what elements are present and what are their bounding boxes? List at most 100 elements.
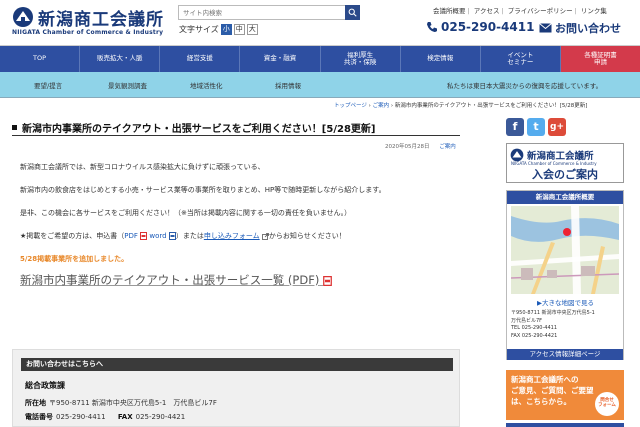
chamber-logo-icon [510, 148, 524, 162]
twitter-icon[interactable]: t [527, 118, 545, 136]
pdf-icon [140, 232, 148, 240]
site-search [178, 5, 360, 20]
breadcrumb-guide[interactable]: ご案内 [373, 103, 390, 109]
contact-phone-value: 025-290-4411 [56, 413, 106, 421]
breadcrumb-top[interactable]: トップページ [334, 103, 367, 109]
contact-address: 所在地 〒950-8711 新潟市中央区万代島5-1 万代島ビル7F [25, 398, 217, 408]
search-button[interactable] [345, 5, 360, 20]
map-tel: TEL 025-290-4411 [511, 325, 558, 331]
apply-text-a: ★掲載をご希望の方は、申込書（ [20, 232, 125, 240]
inquiry-banner[interactable]: 新潟商工会議所への ご意見、ご質問、ご要望 は、こちらから。 問合せ フォーム [506, 370, 624, 420]
page-title: 新潟市内事業所のテイクアウト・出張サービスをご利用ください！[5/28更新] [12, 120, 460, 136]
post-category-link[interactable]: ご案内 [439, 144, 456, 150]
main-nav: TOP 販売拡大・人脈 経営支援 資金・融資 福利厚生 共済・保険 検定情報 イ… [0, 46, 640, 72]
apply-pdf-link[interactable]: PDF [124, 232, 138, 240]
apply-text-b: ）または [175, 232, 204, 240]
facebook-icon[interactable]: f [506, 118, 524, 136]
map-fax: FAX 025-290-4421 [511, 333, 558, 339]
intro-text-3: 是非、この機会に各サービスをご利用ください！（※当所は掲載内容に関する一切の責任… [20, 209, 352, 217]
text-size-medium-button[interactable]: 中 [233, 24, 245, 35]
map-graphic [511, 206, 619, 294]
link-links[interactable]: リンク集 [580, 7, 608, 15]
subnav-regional[interactable]: 地域活性化 [190, 72, 223, 98]
subnav-requests[interactable]: 要望/提言 [34, 72, 62, 98]
access-detail-link[interactable]: アクセス情報詳細ページ [507, 349, 623, 360]
breadcrumb-current: 新潟市内事業所のテイクアウト・出張サービスをご利用ください！[5/28更新] [394, 103, 588, 109]
sub-nav: 要望/提言 景気観測調査 地域活性化 採用情報 私たちは東日本大震災からの復興を… [0, 72, 640, 98]
apply-word-link[interactable]: word [149, 232, 166, 240]
sidebar-footer-bar [506, 423, 624, 427]
recovery-notice[interactable]: 私たちは東日本大震災からの復興を応援しています。 [447, 80, 602, 90]
nav-exam[interactable]: 検定情報 [401, 46, 481, 72]
membership-banner-label: 入会のご案内 [532, 168, 598, 181]
contact-fax-label: FAX [117, 413, 133, 421]
membership-banner[interactable]: 新潟商工会議所 NIIGATA Chamber of Commerce & In… [506, 143, 624, 183]
link-access[interactable]: アクセス [473, 7, 501, 15]
nav-certificates[interactable]: 各種証明書 申請 [560, 46, 640, 72]
nav-events[interactable]: イベント セミナー [481, 46, 561, 72]
logo-subtitle: NIIGATA Chamber of Commerce & Industry [12, 29, 164, 36]
link-privacy[interactable]: プライバシーポリシー [507, 7, 574, 15]
contact-box-heading: お問い合わせはこちらへ [21, 358, 453, 371]
contact-department: 総合政策課 [25, 381, 65, 390]
apply-text-c: からお知らせください！ [268, 232, 346, 240]
contact-phone-label: 電話番号 [25, 413, 53, 421]
nav-top[interactable]: TOP [0, 46, 81, 72]
intro-text-1: 新潟商工会議所では、新型コロナウイルス感染拡大に負けずに頑張っている、 [20, 163, 265, 171]
link-overview[interactable]: 会議所概要 [432, 7, 467, 15]
search-input[interactable] [178, 5, 346, 20]
contact-phone: 電話番号 025-290-4411 FAX 025-290-4421 [25, 412, 185, 422]
nav-finance[interactable]: 資金・融資 [240, 46, 321, 72]
contact-link[interactable]: お問い合わせ [539, 20, 621, 36]
external-link-icon [261, 232, 269, 240]
text-size-large-button[interactable]: 大 [246, 24, 258, 35]
inquiry-banner-text: 新潟商工会議所への ご意見、ご質問、ご要望 は、こちらから。 [511, 375, 594, 408]
nav-management[interactable]: 経営支援 [160, 46, 241, 72]
apply-form-link[interactable]: 申し込みフォーム [204, 232, 260, 240]
contact-info-box: お問い合わせはこちらへ 総合政策課 所在地 〒950-8711 新潟市中央区万代島… [12, 349, 460, 427]
phone-icon [427, 22, 437, 32]
word-icon [168, 232, 176, 240]
subnav-survey[interactable]: 景気観測調査 [108, 72, 147, 98]
apply-text: ★掲載をご希望の方は、申込書（PDF word ）または申し込みフォーム からお… [20, 231, 346, 241]
breadcrumb: トップページ › ご案内 › 新潟市内事業所のテイクアウト・出張サービスをご利用… [334, 103, 588, 109]
access-map-box: 新潟商工会議所概要 ▶大きな地図で見る 〒950-8711 新潟市中央区万代島5… [506, 190, 624, 360]
map-address-1: 〒950-8711 新潟市中央区万代島5-1 [511, 310, 595, 316]
nav-welfare[interactable]: 福利厚生 共済・保険 [321, 46, 401, 72]
contact-address-value: 〒950-8711 新潟市中央区万代島5-1 万代島ビル7F [49, 399, 217, 407]
access-map[interactable] [511, 206, 619, 294]
header-phone: 025-290-4411 [426, 20, 534, 34]
post-date: 2020年05月28日 [385, 144, 430, 150]
mail-icon [539, 23, 552, 33]
chamber-logo-icon [13, 7, 33, 27]
logo-title: 新潟商工会議所 [38, 10, 164, 30]
social-links: f t g+ [506, 118, 566, 136]
membership-banner-title: 新潟商工会議所 [527, 151, 594, 162]
site-header: 新潟商工会議所 NIIGATA Chamber of Commerce & In… [0, 0, 640, 46]
update-note: 5/28掲載事業所を追加しました。 [20, 255, 129, 263]
pdf-icon [323, 275, 332, 286]
service-list-pdf-link[interactable]: 新潟市内事業所のテイクアウト・出張サービス一覧 (PDF) [20, 272, 332, 288]
text-size-small-button[interactable]: 小 [220, 24, 232, 35]
subnav-recruit[interactable]: 採用情報 [275, 72, 301, 98]
googleplus-icon[interactable]: g+ [548, 118, 566, 136]
map-heading: 新潟商工会議所概要 [507, 191, 623, 204]
inquiry-banner-line-2: ご意見、ご質問、ご要望 [511, 385, 594, 395]
search-icon [348, 8, 357, 17]
post-meta: 2020年05月28日 ご案内 [385, 142, 456, 150]
inquiry-form-badge: 問合せ フォーム [595, 392, 619, 416]
nav-sales[interactable]: 販売拡大・人脈 [80, 46, 161, 72]
utility-links: 会議所概要 | アクセス | プライバシーポリシー | リンク集 [432, 7, 608, 15]
inquiry-banner-line-3: は、こちらから。 [511, 396, 571, 406]
contact-address-label: 所在地 [25, 399, 46, 407]
contact-label: お問い合わせ [555, 22, 621, 35]
inquiry-banner-line-1: 新潟商工会議所への [511, 375, 579, 384]
text-size-control: 文字サイズ 小 中 大 [179, 24, 258, 35]
map-address-2: 万代島ビル7F [511, 318, 543, 324]
intro-text-2: 新潟市内の飲食店をはじめとする小売・サービス業等の事業所を取りまとめ、HP等で随… [20, 186, 386, 194]
service-list-pdf-label: 新潟市内事業所のテイクアウト・出張サービス一覧 (PDF) [20, 273, 320, 287]
site-logo[interactable]: 新潟商工会議所 NIIGATA Chamber of Commerce & In… [12, 4, 164, 40]
larger-map-link[interactable]: ▶大きな地図で見る [537, 297, 594, 307]
phone-number: 025-290-4411 [441, 20, 535, 34]
contact-fax-value: 025-290-4421 [135, 413, 186, 421]
